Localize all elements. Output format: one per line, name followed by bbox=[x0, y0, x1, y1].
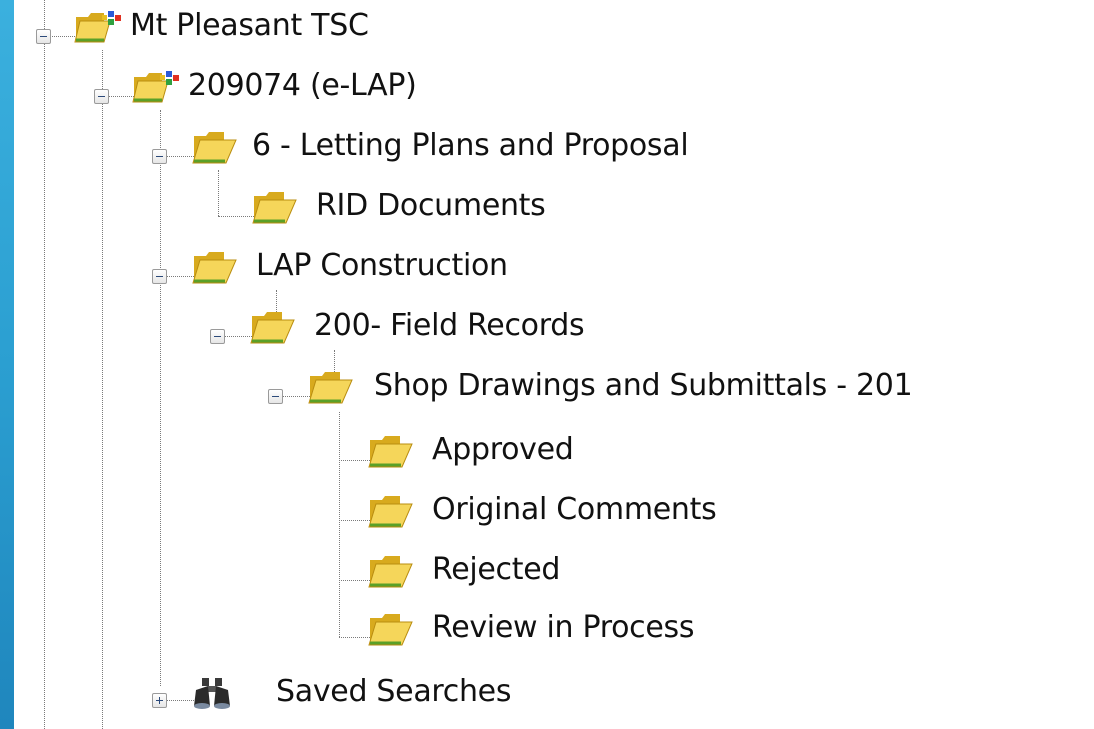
expand-toggle[interactable] bbox=[152, 693, 167, 708]
tree-connector bbox=[44, 0, 45, 729]
tree-connector bbox=[339, 460, 370, 461]
collapse-toggle[interactable] bbox=[152, 269, 167, 284]
folder-icon bbox=[250, 312, 295, 344]
tree-connector bbox=[339, 520, 370, 521]
tree-node[interactable]: 209074 (e-LAP) bbox=[132, 66, 552, 106]
tree-node[interactable]: Saved Searches bbox=[192, 672, 612, 712]
tree-connector bbox=[339, 637, 370, 638]
binoculars-icon bbox=[194, 678, 230, 709]
folder-icon bbox=[192, 252, 237, 284]
tree-node[interactable]: 6 - Letting Plans and Proposal bbox=[192, 126, 912, 166]
tree-node[interactable]: LAP Construction bbox=[192, 246, 612, 286]
collapse-toggle[interactable] bbox=[36, 29, 51, 44]
folder-icon bbox=[308, 372, 353, 404]
tree-connector bbox=[222, 336, 252, 337]
folder-icon bbox=[252, 192, 297, 224]
tree-node[interactable]: Rejected bbox=[368, 550, 788, 590]
tree-node-label: Shop Drawings and Submittals - 201 bbox=[374, 368, 913, 403]
folder-icon bbox=[368, 556, 413, 588]
tree-connector bbox=[339, 580, 370, 581]
tree-node[interactable]: Original Comments bbox=[368, 490, 808, 530]
folder-tree-panel: Mt Pleasant TSC 209074 (e-LAP) 6 - Letti… bbox=[14, 0, 1094, 729]
tree-node-label: 200- Field Records bbox=[314, 308, 585, 343]
tree-connector bbox=[280, 396, 310, 397]
folder-icon bbox=[192, 132, 237, 164]
tree-node[interactable]: Shop Drawings and Submittals - 201 bbox=[308, 366, 1068, 406]
tree-node-label: Review in Process bbox=[432, 610, 695, 645]
tree-node-label: Original Comments bbox=[432, 492, 717, 527]
collapse-toggle[interactable] bbox=[268, 389, 283, 404]
collapse-toggle[interactable] bbox=[152, 149, 167, 164]
tree-node[interactable]: Approved bbox=[368, 430, 788, 470]
tree-connector bbox=[218, 170, 219, 216]
tree-connector bbox=[339, 412, 340, 637]
project-folder-icon bbox=[132, 71, 179, 103]
tree-connector bbox=[160, 110, 161, 686]
tree-node[interactable]: 200- Field Records bbox=[250, 306, 670, 346]
tree-node-label: 209074 (e-LAP) bbox=[188, 68, 417, 103]
tree-connector bbox=[218, 216, 254, 217]
collapse-toggle[interactable] bbox=[210, 329, 225, 344]
project-folder-icon bbox=[74, 11, 121, 43]
folder-icon bbox=[368, 496, 413, 528]
collapse-toggle[interactable] bbox=[94, 89, 109, 104]
tree-node-label: Rejected bbox=[432, 552, 561, 587]
tree-connector bbox=[164, 156, 194, 157]
tree-connector bbox=[102, 50, 103, 729]
tree-node-label: Mt Pleasant TSC bbox=[130, 8, 369, 43]
tree-node-label: Approved bbox=[432, 432, 574, 467]
folder-icon bbox=[368, 436, 413, 468]
folder-icon bbox=[368, 614, 413, 646]
tree-node[interactable]: Mt Pleasant TSC bbox=[74, 6, 554, 46]
tree-node-label: Saved Searches bbox=[276, 674, 512, 709]
tree-connector bbox=[164, 276, 194, 277]
tree-node-label: RID Documents bbox=[316, 188, 546, 223]
tree-connector bbox=[164, 700, 194, 701]
tree-node-label: LAP Construction bbox=[256, 248, 508, 283]
tree-node[interactable]: RID Documents bbox=[252, 186, 672, 226]
tree-node[interactable]: Review in Process bbox=[368, 608, 788, 648]
tree-node-label: 6 - Letting Plans and Proposal bbox=[252, 128, 689, 163]
